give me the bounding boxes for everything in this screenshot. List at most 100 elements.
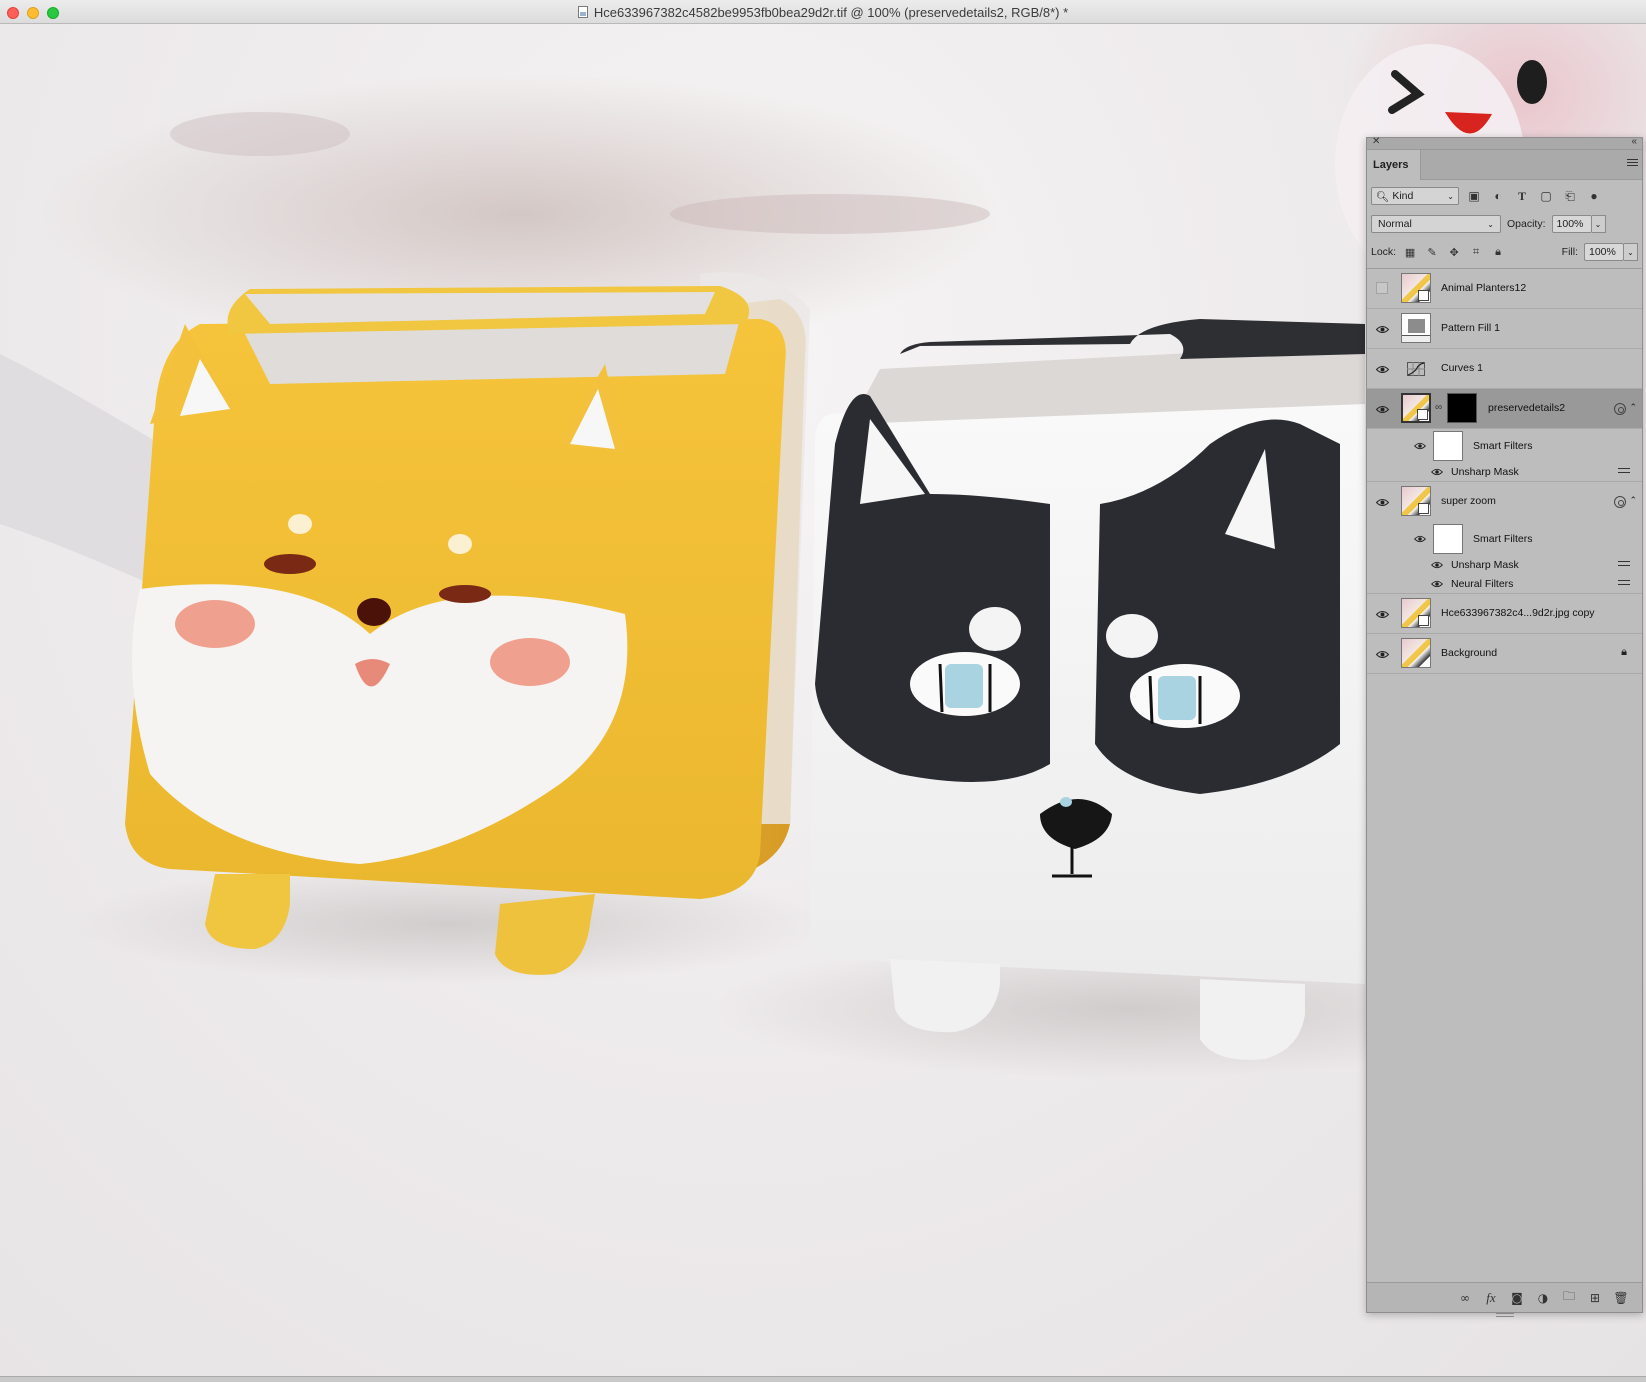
layers-panel: ✕ « Layers 🔍︎ Kind ⌄ ▣ ◐ T ▢ ⎗ ● Normal … — [1366, 136, 1643, 1317]
layer-row-animal-planters12[interactable]: Animal Planters12 — [1367, 269, 1642, 309]
filter-blending-options-icon[interactable] — [1618, 580, 1630, 589]
layer-row-pattern-fill-1[interactable]: Pattern Fill 1 — [1367, 309, 1642, 349]
smart-filter-mask-thumbnail[interactable] — [1433, 524, 1463, 554]
lock-artboard-icon[interactable]: ⌗ — [1468, 244, 1484, 260]
filter-row-neural-filters[interactable]: Neural Filters — [1367, 575, 1642, 594]
lock-fill-row: Lock: ▦ ✎ ✥ ⌗ 🔒︎ Fill: 100% ⌄ — [1371, 242, 1638, 262]
blend-mode-value: Normal — [1378, 218, 1412, 230]
eye-icon[interactable] — [1375, 495, 1389, 509]
smart-filters-row[interactable]: Smart Filters — [1367, 522, 1642, 556]
layer-thumbnail — [1401, 638, 1431, 668]
fill-dropdown-icon[interactable]: ⌄ — [1624, 243, 1638, 261]
lock-transparency-icon[interactable]: ▦ — [1402, 244, 1418, 260]
panel-resize-grip[interactable] — [1495, 1313, 1514, 1317]
eye-icon[interactable] — [1375, 607, 1389, 621]
blend-opacity-row: Normal ⌄ Opacity: 100% ⌄ — [1371, 214, 1638, 234]
canvas-scroll-strip[interactable] — [0, 1376, 1646, 1382]
new-group-folder-icon[interactable]: 🗀︎ — [1562, 1289, 1576, 1305]
lock-label: Lock: — [1371, 246, 1397, 258]
panel-drag-bar[interactable]: ✕ « — [1367, 136, 1642, 150]
filter-name: Unsharp Mask — [1451, 559, 1519, 571]
search-icon: 🔍︎ — [1376, 190, 1390, 203]
eye-icon[interactable] — [1375, 362, 1389, 376]
smart-filter-mask-thumbnail[interactable] — [1433, 431, 1463, 461]
eye-icon[interactable] — [1375, 647, 1389, 661]
shape-layer-filter-icon[interactable]: ▢ — [1537, 187, 1555, 205]
filter-blending-options-icon[interactable] — [1618, 561, 1630, 570]
bg-blur-spot — [170, 112, 350, 156]
chevron-down-icon: ⌄ — [1447, 191, 1454, 201]
smart-object-filter-icon[interactable]: ⎗ — [1561, 187, 1579, 205]
new-layer-icon[interactable]: ⊞ — [1588, 1291, 1602, 1305]
layer-mask-thumbnail[interactable] — [1447, 393, 1477, 423]
eye-icon[interactable] — [1430, 578, 1444, 590]
trash-icon[interactable]: 🗑︎ — [1613, 1291, 1628, 1305]
lock-position-move-icon[interactable]: ✥ — [1446, 244, 1462, 260]
eye-icon[interactable] — [1375, 402, 1389, 416]
layer-thumbnail — [1401, 598, 1431, 628]
filter-kind-label: Kind — [1392, 190, 1414, 202]
collapse-panel-icon[interactable]: « — [1631, 136, 1637, 147]
opacity-label: Opacity: — [1507, 218, 1546, 230]
filter-blending-options-icon[interactable] — [1618, 468, 1630, 477]
layer-row-background[interactable]: Background 🔒︎ — [1367, 634, 1642, 674]
tab-layers[interactable]: Layers — [1367, 150, 1421, 180]
pattern-fill-thumbnail — [1401, 313, 1431, 343]
fill-field[interactable]: 100% — [1584, 243, 1624, 261]
layer-filter-row: 🔍︎ Kind ⌄ ▣ ◐ T ▢ ⎗ ● — [1371, 186, 1638, 206]
link-chain-icon[interactable]: ∞ — [1435, 402, 1442, 413]
layers-panel-footer: ∞ fx ◙ ◑ 🗀︎ ⊞ 🗑︎ — [1367, 1282, 1642, 1312]
adjustment-layer-filter-icon[interactable]: ◐ — [1489, 187, 1507, 205]
link-layers-icon[interactable]: ∞ — [1458, 1291, 1472, 1305]
chevron-down-icon: ⌄ — [1487, 219, 1494, 229]
smart-filters-label: Smart Filters — [1473, 533, 1533, 545]
layer-thumbnail — [1401, 273, 1431, 303]
add-mask-icon[interactable]: ◙ — [1510, 1291, 1524, 1305]
fill-label: Fill: — [1561, 246, 1578, 258]
opacity-dropdown-icon[interactable]: ⌄ — [1591, 215, 1606, 233]
filter-kind-select[interactable]: 🔍︎ Kind ⌄ — [1371, 187, 1459, 205]
eye-icon[interactable] — [1375, 322, 1389, 336]
curves-adjustment-icon — [1407, 362, 1425, 376]
visibility-toggle-off[interactable] — [1376, 282, 1388, 294]
collapse-filters-icon[interactable]: ⌃ — [1629, 495, 1637, 506]
eye-icon[interactable] — [1430, 559, 1444, 571]
layer-style-fx-icon[interactable]: fx — [1484, 1290, 1498, 1305]
layer-name: Curves 1 — [1441, 362, 1484, 374]
eye-icon[interactable] — [1413, 440, 1427, 452]
smart-filters-row[interactable]: Smart Filters — [1367, 429, 1642, 463]
eye-icon[interactable] — [1413, 533, 1427, 545]
panel-tabbar: Layers — [1367, 150, 1642, 180]
layer-name: Hce633967382c4...9d2r.jpg copy — [1441, 607, 1595, 619]
document-icon — [577, 6, 588, 18]
lock-icon[interactable]: 🔒︎ — [1621, 646, 1627, 659]
lock-pixels-brush-icon[interactable]: ✎ — [1424, 244, 1440, 260]
type-layer-filter-icon[interactable]: T — [1513, 187, 1531, 205]
blend-mode-select[interactable]: Normal ⌄ — [1371, 215, 1501, 233]
collapse-filters-icon[interactable]: ⌃ — [1629, 402, 1637, 413]
new-adjustment-layer-icon[interactable]: ◑ — [1536, 1291, 1550, 1305]
filter-name: Unsharp Mask — [1451, 466, 1519, 478]
layers-list: Animal Planters12 Pattern Fill 1 Curves … — [1367, 268, 1642, 1278]
layer-name: Pattern Fill 1 — [1441, 322, 1500, 334]
layer-row-jpg-copy[interactable]: Hce633967382c4...9d2r.jpg copy — [1367, 594, 1642, 634]
layer-row-curves-1[interactable]: Curves 1 — [1367, 349, 1642, 389]
layer-thumbnail — [1401, 486, 1431, 516]
eye-icon[interactable] — [1430, 466, 1444, 478]
lock-all-icon[interactable]: 🔒︎ — [1490, 244, 1506, 260]
window-titlebar: Hce633967382c4582be9953fb0bea29d2r.tif @… — [0, 0, 1646, 24]
bg-blur-spot — [670, 194, 990, 234]
window-title: Hce633967382c4582be9953fb0bea29d2r.tif @… — [593, 4, 1069, 20]
filter-row-unsharp-mask[interactable]: Unsharp Mask — [1367, 463, 1642, 482]
layer-row-preservedetails2[interactable]: ∞ preservedetails2 ⌃ — [1367, 389, 1642, 429]
filter-row-unsharp-mask[interactable]: Unsharp Mask — [1367, 556, 1642, 575]
pixel-layer-filter-icon[interactable]: ▣ — [1465, 187, 1483, 205]
panel-menu-icon[interactable] — [1627, 159, 1638, 168]
white-cat-planter — [810, 319, 1365, 1060]
smart-object-badge-icon — [1614, 403, 1626, 415]
filter-toggle-icon[interactable]: ● — [1585, 187, 1603, 205]
filter-name: Neural Filters — [1451, 578, 1514, 590]
opacity-field[interactable]: 100% — [1551, 215, 1592, 233]
layer-row-super-zoom[interactable]: super zoom ⌃ — [1367, 482, 1642, 522]
close-panel-icon[interactable]: ✕ — [1372, 136, 1380, 147]
